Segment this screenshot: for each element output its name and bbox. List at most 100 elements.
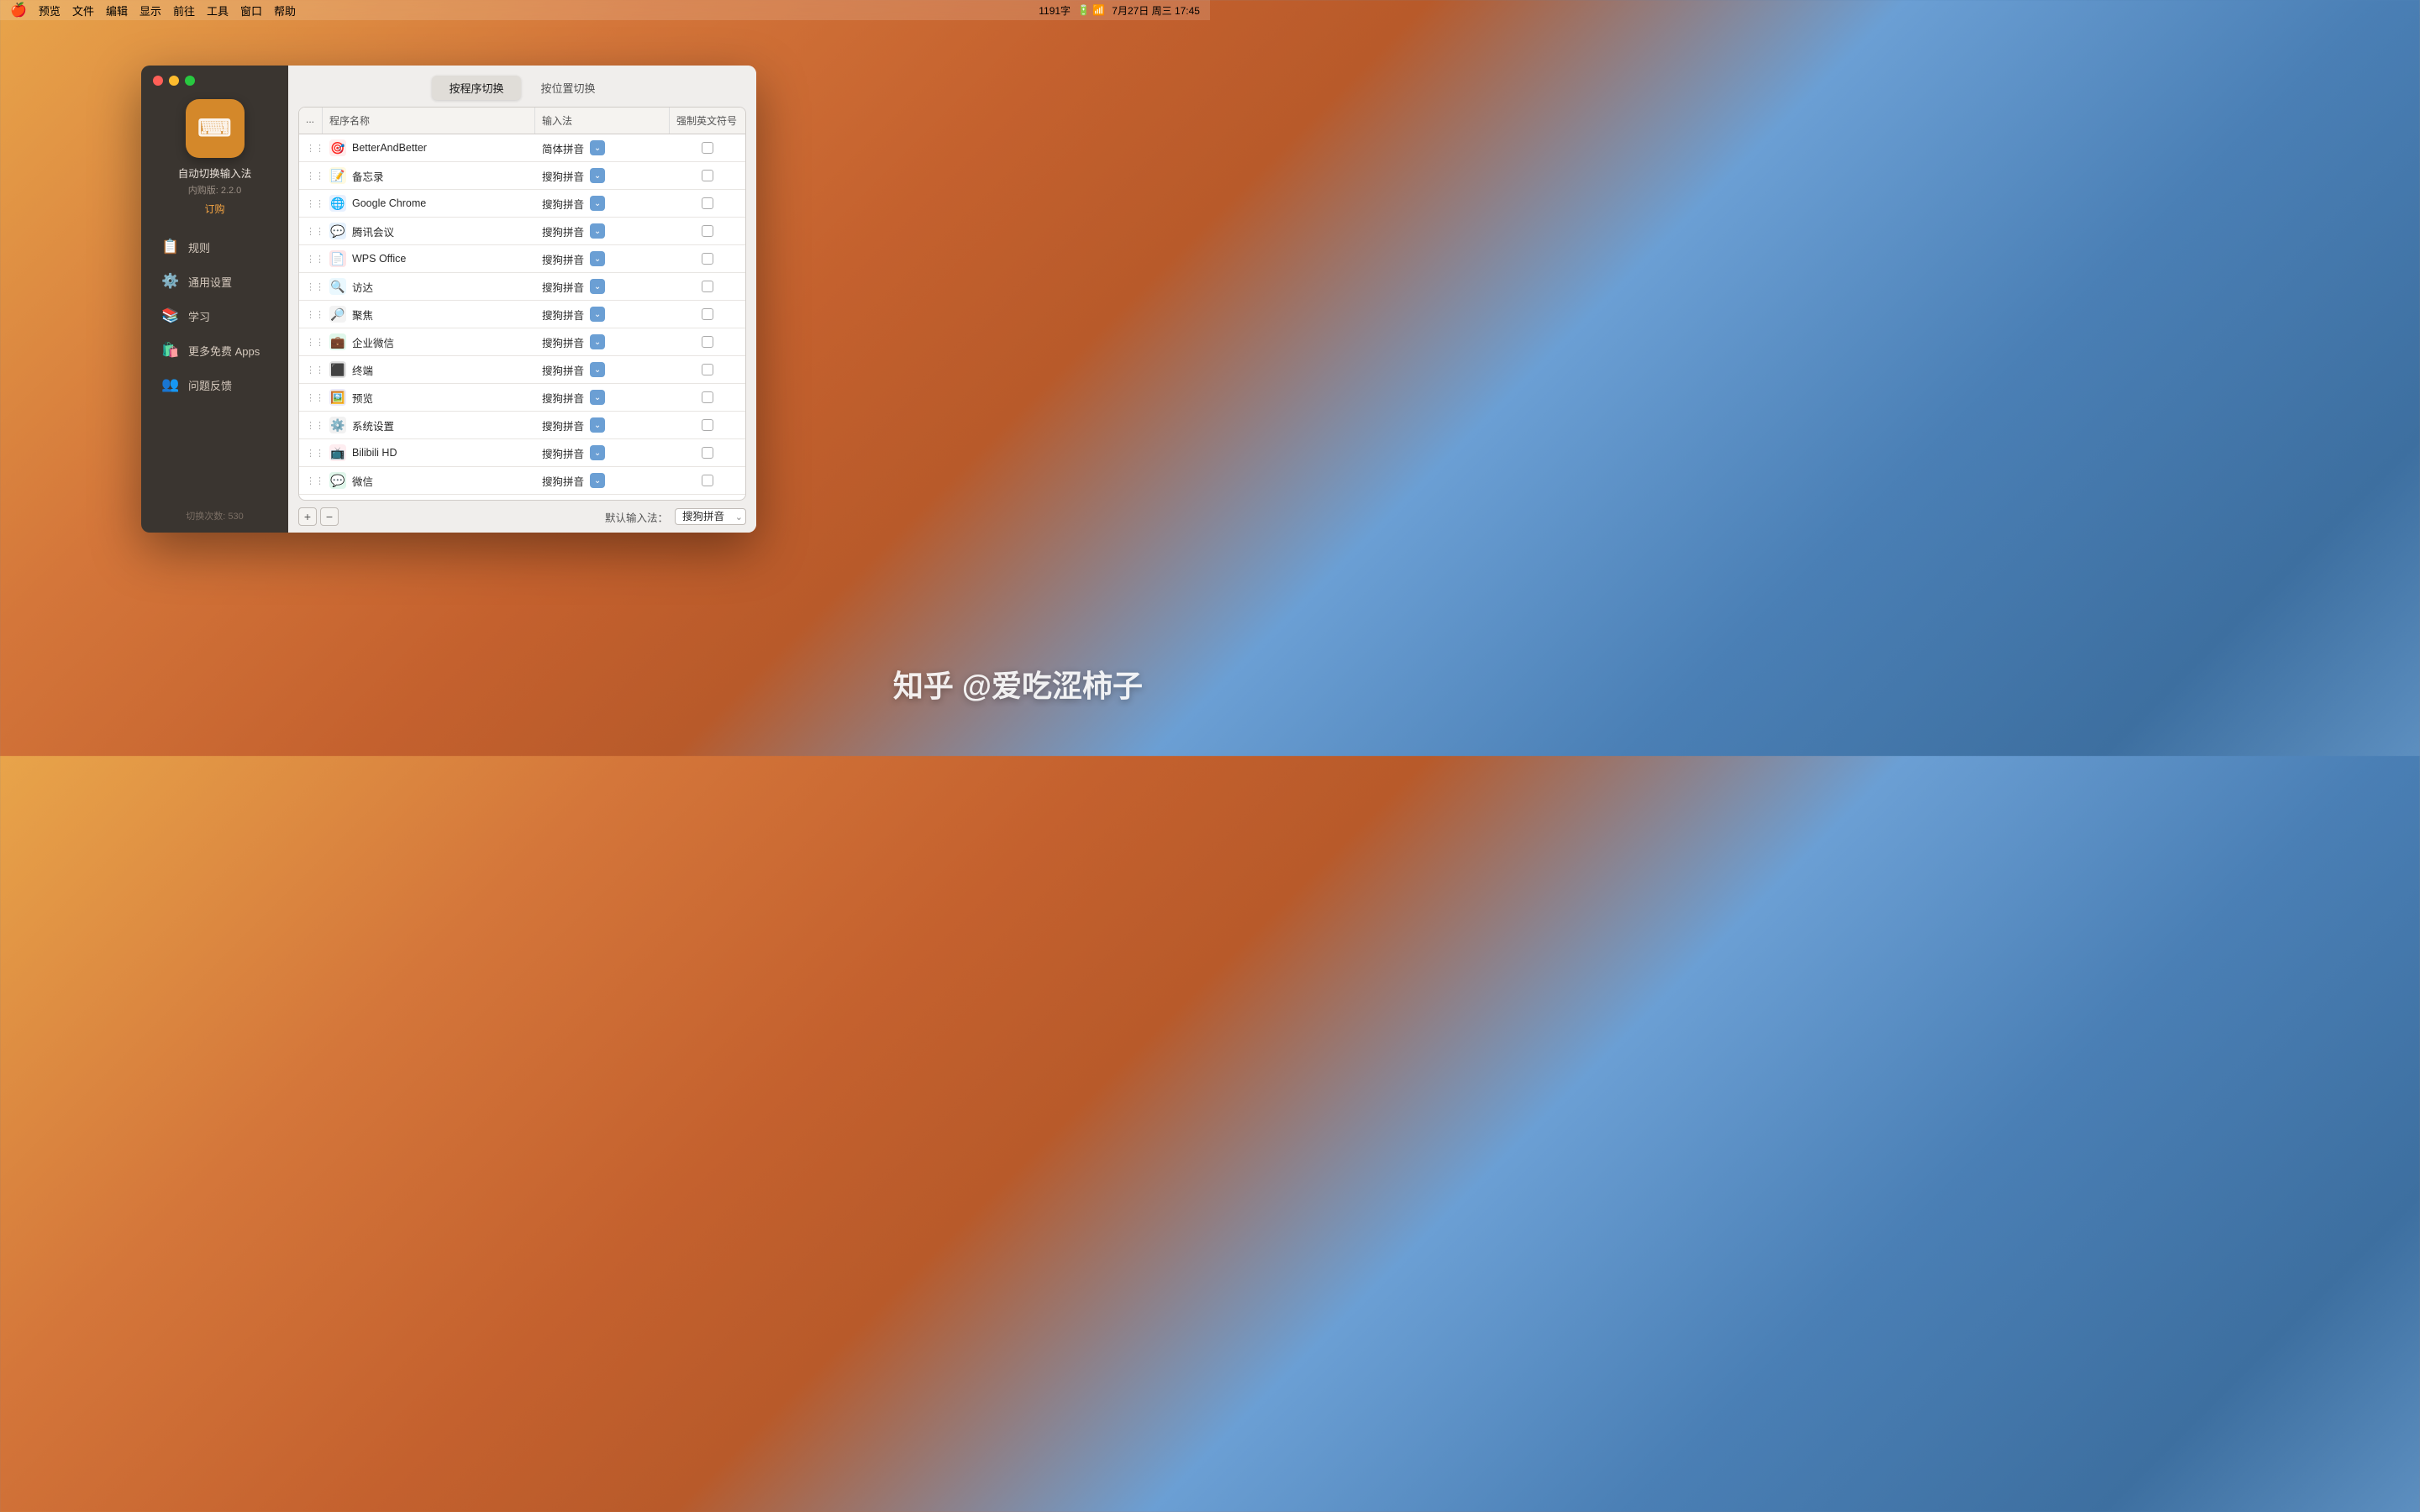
- app-name-2: 备忘录: [352, 168, 384, 184]
- checkbox-4[interactable]: [702, 225, 713, 237]
- app-name-12: Bilibili HD: [352, 447, 397, 459]
- datetime: 7月27日 周三 17:45: [1112, 3, 1200, 18]
- sidebar-item-rules[interactable]: 📋 规则: [148, 230, 281, 264]
- dropdown-btn-1[interactable]: ⌄: [590, 140, 605, 155]
- dropdown-btn-7[interactable]: ⌄: [590, 307, 605, 322]
- app-icon-3: 🌐: [329, 195, 346, 212]
- switch-count-label: 切换次数:: [186, 512, 225, 522]
- learn-icon: 📚: [161, 307, 180, 325]
- table-container: ... 程序名称 输入法 强制英文符号 ⋮⋮ 🎯 BetterAndBetter…: [298, 107, 746, 501]
- tab-bar: 按程序切换 按位置切换: [288, 66, 756, 107]
- app-icon-container: ⌨: [186, 99, 245, 158]
- checkbox-6[interactable]: [702, 281, 713, 292]
- apple-logo[interactable]: 🍎: [10, 2, 27, 18]
- dropdown-btn-10[interactable]: ⌄: [590, 390, 605, 405]
- minimize-button[interactable]: [169, 76, 179, 86]
- sidebar-item-more-apps[interactable]: 🛍️ 更多免费 Apps: [148, 333, 281, 367]
- app-icon-9: ⬛: [329, 361, 346, 378]
- checkbox-8[interactable]: [702, 336, 713, 348]
- default-input-select[interactable]: 搜狗拼音: [675, 508, 746, 525]
- maximize-button[interactable]: [185, 76, 195, 86]
- checkbox-2[interactable]: [702, 170, 713, 181]
- row-more-9: ⋮⋮: [299, 360, 323, 381]
- app-icon-5: 📄: [329, 250, 346, 267]
- close-button[interactable]: [153, 76, 163, 86]
- menubar: 🍎 预览 文件 编辑 显示 前往 工具 窗口 帮助 1191字 🔋 📶 7月27…: [0, 0, 1210, 20]
- purchase-button[interactable]: 订购: [204, 202, 224, 216]
- app-icon-13: 💬: [329, 472, 346, 489]
- app-name-9: 终端: [352, 362, 373, 378]
- sidebar: ⌨ 自动切换输入法 内购版: 2.2.0 订购 📋 规则 ⚙️ 通用设置 📚 学…: [141, 66, 288, 533]
- app-icon-10: 🖼️: [329, 389, 346, 406]
- checkbox-11[interactable]: [702, 419, 713, 431]
- menu-goto[interactable]: 前往: [173, 3, 195, 18]
- row-app-9: ⬛ 终端: [323, 356, 535, 383]
- app-name-1: BetterAndBetter: [352, 142, 427, 154]
- row-more-4: ⋮⋮: [299, 221, 323, 242]
- menu-edit[interactable]: 编辑: [106, 3, 128, 18]
- row-more-6: ⋮⋮: [299, 276, 323, 297]
- default-input-select-wrapper: 搜狗拼音: [675, 508, 746, 525]
- dropdown-btn-11[interactable]: ⌄: [590, 417, 605, 433]
- row-checkbox-13: [670, 470, 745, 491]
- checkbox-9[interactable]: [702, 364, 713, 375]
- row-more-5: ⋮⋮: [299, 249, 323, 270]
- status-icons: 🔋 📶: [1077, 4, 1105, 16]
- general-icon: ⚙️: [161, 272, 180, 291]
- app-name-13: 微信: [352, 473, 373, 489]
- row-input-10: 搜狗拼音 ⌄: [535, 385, 670, 411]
- menu-window[interactable]: 窗口: [240, 3, 262, 18]
- row-app-3: 🌐 Google Chrome: [323, 190, 535, 217]
- dropdown-btn-13[interactable]: ⌄: [590, 473, 605, 488]
- dropdown-btn-2[interactable]: ⌄: [590, 168, 605, 183]
- row-more-1: ⋮⋮: [299, 138, 323, 159]
- window-controls: [141, 66, 207, 96]
- menu-display[interactable]: 显示: [139, 3, 161, 18]
- default-input-section: 默认输入法： 搜狗拼音: [605, 508, 746, 525]
- checkbox-13[interactable]: [702, 475, 713, 486]
- sidebar-label-rules: 规则: [188, 239, 210, 255]
- dropdown-btn-4[interactable]: ⌄: [590, 223, 605, 239]
- row-app-14: 🅰️ App Store: [323, 495, 535, 498]
- sidebar-item-feedback[interactable]: 👥 问题反馈: [148, 368, 281, 402]
- bottom-actions: + −: [298, 507, 339, 526]
- row-checkbox-11: [670, 414, 745, 436]
- dropdown-btn-8[interactable]: ⌄: [590, 334, 605, 349]
- dropdown-btn-5[interactable]: ⌄: [590, 251, 605, 266]
- add-button[interactable]: +: [298, 507, 317, 526]
- app-icon-6: 🔍: [329, 278, 346, 295]
- dropdown-btn-12[interactable]: ⌄: [590, 445, 605, 460]
- checkbox-5[interactable]: [702, 253, 713, 265]
- checkbox-12[interactable]: [702, 447, 713, 459]
- row-more-3: ⋮⋮: [299, 193, 323, 214]
- dropdown-btn-6[interactable]: ⌄: [590, 279, 605, 294]
- checkbox-10[interactable]: [702, 391, 713, 403]
- menu-help[interactable]: 帮助: [274, 3, 296, 18]
- table-row: ⋮⋮ ⬛ 终端 搜狗拼音 ⌄: [299, 356, 745, 384]
- input-text-7: 搜狗拼音: [542, 307, 584, 323]
- menu-file[interactable]: 文件: [72, 3, 94, 18]
- checkbox-1[interactable]: [702, 142, 713, 154]
- checkbox-3[interactable]: [702, 197, 713, 209]
- checkbox-7[interactable]: [702, 308, 713, 320]
- menu-preview[interactable]: 预览: [39, 3, 60, 18]
- app-icon-1: 🎯: [329, 139, 346, 156]
- sidebar-item-general[interactable]: ⚙️ 通用设置: [148, 265, 281, 298]
- row-app-5: 📄 WPS Office: [323, 245, 535, 272]
- input-text-5: 搜狗拼音: [542, 251, 584, 267]
- input-text-13: 搜狗拼音: [542, 473, 584, 489]
- row-app-13: 💬 微信: [323, 467, 535, 494]
- row-app-6: 🔍 访达: [323, 273, 535, 300]
- sidebar-nav: 📋 规则 ⚙️ 通用设置 📚 学习 🛍️ 更多免费 Apps 👥 问题反馈: [141, 229, 288, 499]
- dropdown-btn-9[interactable]: ⌄: [590, 362, 605, 377]
- menu-tools[interactable]: 工具: [207, 3, 229, 18]
- input-text-12: 搜狗拼音: [542, 445, 584, 461]
- sidebar-item-learn[interactable]: 📚 学习: [148, 299, 281, 333]
- tab-by-location[interactable]: 按位置切换: [524, 76, 613, 100]
- remove-button[interactable]: −: [320, 507, 339, 526]
- row-input-3: 搜狗拼音 ⌄: [535, 191, 670, 217]
- row-input-14: 搜狗拼音 ⌄: [535, 496, 670, 499]
- dropdown-btn-3[interactable]: ⌄: [590, 196, 605, 211]
- th-force-en: 强制英文符号: [670, 108, 745, 134]
- tab-by-app[interactable]: 按程序切换: [432, 76, 520, 100]
